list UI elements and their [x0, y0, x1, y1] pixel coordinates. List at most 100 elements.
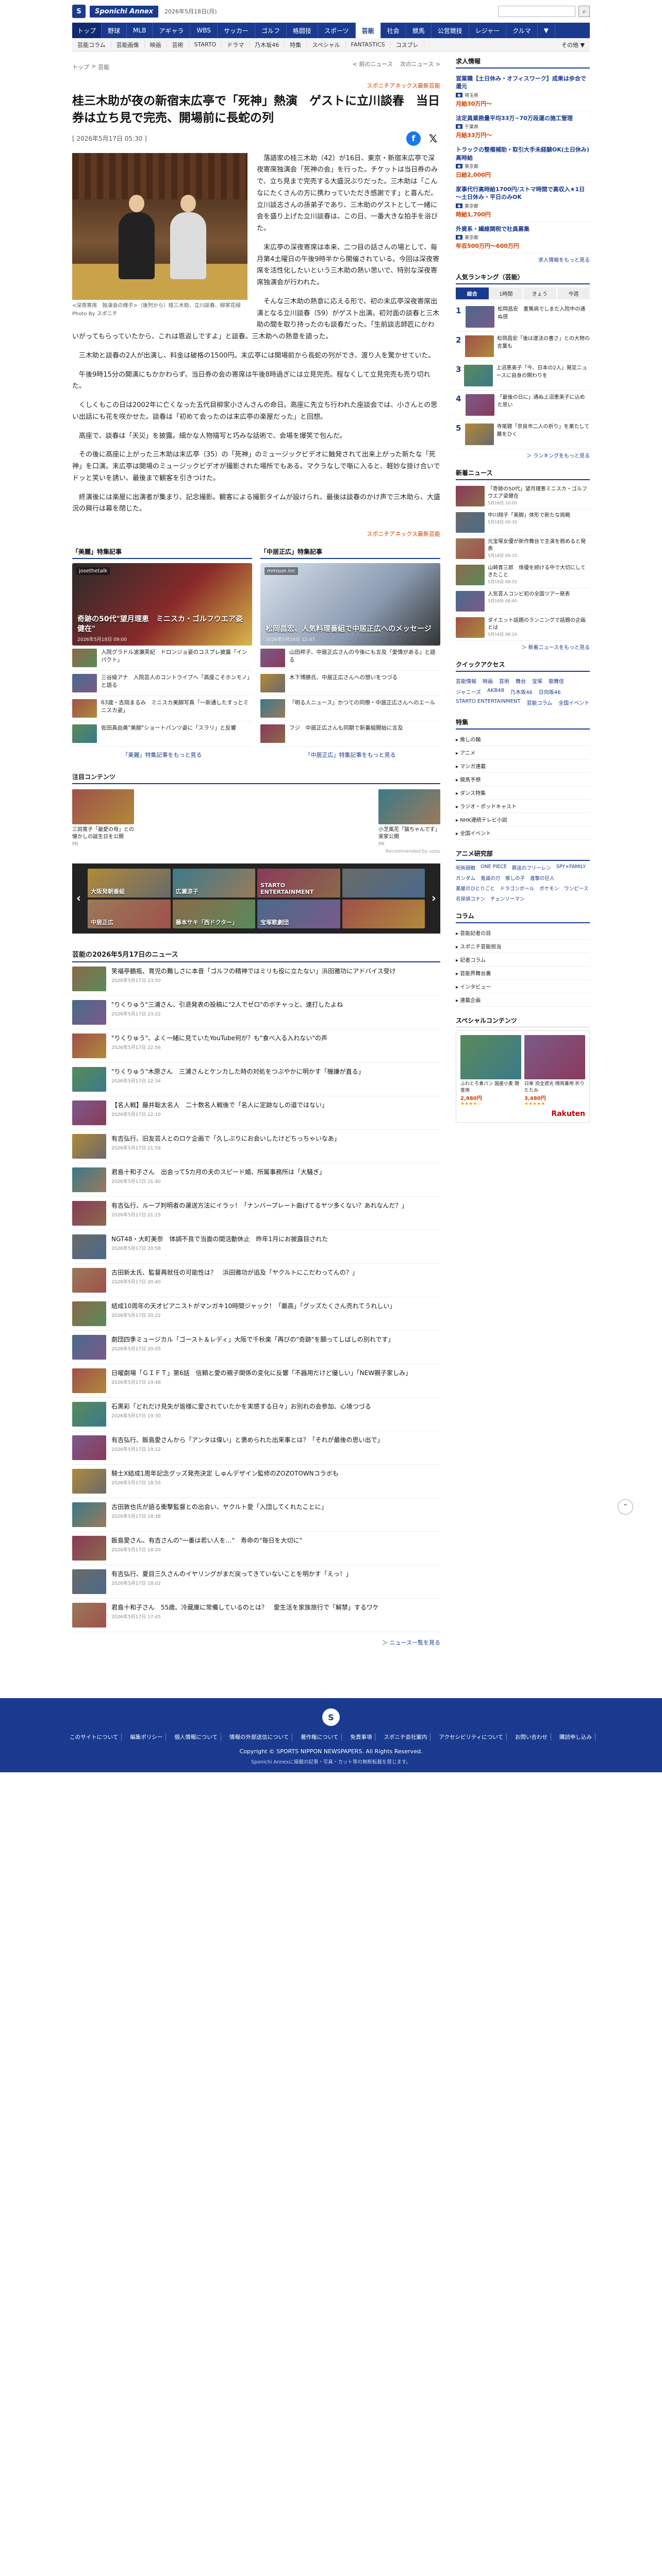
- new-news-item[interactable]: 人気芸人コンビ初の全国ツアー発表 5月18日 08:40: [456, 588, 590, 615]
- x-icon[interactable]: 𝕏: [426, 131, 440, 146]
- new-news-more-link[interactable]: ＞ 新着ニュースをもっと見る: [456, 643, 590, 651]
- feature-list-item[interactable]: 山田邦子、中居正広さんの今後にも言及「愛情がある」と語る: [260, 646, 440, 671]
- site-logo[interactable]: S Sponichi Annex: [72, 5, 159, 18]
- carousel-tile[interactable]: 藤本サキ「西ドクター」: [172, 900, 255, 929]
- nav-item[interactable]: 競馬: [406, 23, 432, 38]
- quick-access-link[interactable]: AKB48: [487, 688, 504, 696]
- footer-link[interactable]: 免責事項: [347, 1733, 376, 1741]
- nav-item[interactable]: 野球: [102, 23, 127, 38]
- news-item[interactable]: NGT48・大町美奈 体調不良で当面の間活動休止 昨年1月にお披露目された 202…: [72, 1230, 440, 1264]
- anime-link[interactable]: ポケモン: [539, 885, 559, 892]
- ranking-item[interactable]: 5 寺尾聰「奈良市二人の祈り」を果たして幕をひく: [456, 420, 590, 450]
- quick-access-link[interactable]: 映画: [483, 677, 493, 685]
- subnav-item[interactable]: 芸能画像: [111, 40, 145, 49]
- subnav-item[interactable]: 芸術: [167, 40, 189, 49]
- news-item[interactable]: 有吉弘行、旧友芸人とのロケ企画で「久しぶりにお会いしたけどちっちゃいなあ」 202…: [72, 1130, 440, 1164]
- anime-link[interactable]: 薬屋のひとりごと: [456, 885, 495, 892]
- quick-access-link[interactable]: ジャニーズ: [456, 688, 481, 696]
- attention-card[interactable]: [225, 789, 287, 847]
- feature-list-item[interactable]: 入院グラドル波瀬芙紀 ドロンジョ姿のコスプレ披露「インパクト」: [72, 646, 252, 671]
- ranking-tab[interactable]: きょう: [523, 287, 556, 300]
- job-item[interactable]: 外資系・繊維関税で社員募集 ◉ 東京都 年収500万円～600万円: [456, 222, 590, 254]
- ranking-item[interactable]: 4 「最後の日に」通ぬ上沼恵美子に込めた思い: [456, 391, 590, 420]
- footer-link[interactable]: アクセシビリティについて: [436, 1733, 507, 1741]
- feature-list-item[interactable]: 木下博勝氏、中居正広さんへの想いをつづる: [260, 671, 440, 697]
- feature-list-item[interactable]: 「明る人ニュース」かつての同僚・中居正広さんへのエール: [260, 696, 440, 722]
- news-item[interactable]: 日曜劇場「ＧＩＦＴ」第6話 信頼と愛の親子関係の変化に反響「不器用だけど優しい」…: [72, 1364, 440, 1398]
- anime-link[interactable]: 鬼滅の刃: [481, 874, 500, 882]
- footer-link[interactable]: スポニチ会社案内: [380, 1733, 431, 1741]
- nav-item[interactable]: 公営競技: [432, 23, 469, 38]
- article-photo[interactable]: [72, 152, 247, 300]
- footer-link[interactable]: お問い合わせ: [512, 1733, 551, 1741]
- tokushu-link[interactable]: ▸ ラジオ・ポッドキャスト: [456, 800, 590, 814]
- footer-link[interactable]: 編集ポリシー: [127, 1733, 167, 1741]
- feature-hero-left[interactable]: josethetalk 奇跡の50代"望月理恵 ミニスカ・ゴルフウエア姿健在" …: [72, 563, 252, 646]
- news-item[interactable]: 有吉弘行、飯島愛さんから「アンタは偉い」と褒められた出来事とは？「それが最後の思…: [72, 1431, 440, 1465]
- carousel-tile[interactable]: 宝塚歌劇団: [257, 900, 340, 929]
- quick-access-link[interactable]: 乃木坂46: [510, 688, 533, 696]
- job-item[interactable]: トラックの整備補助・取引大手未経験OK(土日休み)高時給 ◉ 東京都 日給2,000円: [456, 143, 590, 182]
- article-source-bottom[interactable]: スポニチアネックス最新芸能: [72, 530, 440, 538]
- news-item[interactable]: 飯島愛さん、有吉さんの"一番は若い人を…" 寿命の"毎日を大切に" 2026年5月…: [72, 1532, 440, 1566]
- nav-item[interactable]: アギャラ: [153, 23, 191, 38]
- nav-item[interactable]: クルマ: [506, 23, 538, 38]
- news-item[interactable]: 笑福亭鶴瓶、育児の難しさに本音「ゴルフの精神ではミリも役に立たない」浜田雅功にア…: [72, 962, 440, 996]
- feature-more-right[interactable]: 「中居正広」特集記事をもっと見る: [260, 751, 440, 759]
- nav-item[interactable]: レジャー: [469, 23, 507, 38]
- tokushu-link[interactable]: ▸ マンガ連載: [456, 759, 590, 773]
- quick-access-link[interactable]: 歌舞伎: [549, 677, 564, 685]
- ranking-item[interactable]: 2 松岡昌宏「後は違法の書さ」との大物の言葉も: [456, 332, 590, 362]
- anime-link[interactable]: 進撃の巨人: [530, 874, 555, 882]
- news-item[interactable]: 有吉弘行、ルーブ判明者の運送方法にイラッ！「ナンバープレート曲げてるヤツ多くない…: [72, 1197, 440, 1231]
- quick-access-link[interactable]: 芸術: [499, 677, 509, 685]
- quick-access-link[interactable]: 日向坂46: [539, 688, 561, 696]
- feature-list-item[interactable]: フジ 中居正広さんも同期で新番組開始に言及: [260, 721, 440, 747]
- ranking-more-link[interactable]: ＞ ランキングをもっと見る: [456, 451, 590, 459]
- news-item[interactable]: 結成10周年の天才ピアニストがマンガキ10時間ジャック！「最高」「グッズたくさん…: [72, 1297, 440, 1331]
- rakuten-logo[interactable]: Rakuten: [460, 1110, 585, 1118]
- subnav-item[interactable]: 特集: [285, 40, 307, 49]
- nav-item[interactable]: 格闘技: [287, 23, 318, 38]
- carousel-tile[interactable]: [342, 900, 425, 929]
- news-item[interactable]: "りくりゅう"三浦さん、引退発表の投稿に"2人でゼロ"のボチャっと、連打したよね…: [72, 996, 440, 1030]
- facebook-icon[interactable]: f: [406, 131, 421, 146]
- subnav-item[interactable]: STARTO: [189, 41, 222, 48]
- footer-link[interactable]: このサイトについて: [67, 1733, 122, 1741]
- quick-access-link[interactable]: 宝塚: [532, 677, 542, 685]
- ranking-tab[interactable]: 今週: [557, 287, 590, 300]
- subnav-item[interactable]: コスプレ: [391, 40, 424, 49]
- nav-item[interactable]: WBS: [190, 23, 218, 38]
- quick-access-link[interactable]: 芸能コラム: [526, 699, 552, 706]
- news-item[interactable]: 古田敦也氏が語る衝撃監督との出会い、ヤクルト愛「入団してくれたことに」 2026年…: [72, 1498, 440, 1532]
- news-item[interactable]: 君島十和子さん 出会って5カ月の夫のスピード婚、所属事務所は「大騒ぎ」 2026年…: [72, 1163, 440, 1197]
- anime-link[interactable]: ワンピース: [564, 885, 588, 892]
- anime-link[interactable]: 名探偵コナン: [456, 895, 485, 902]
- special-card[interactable]: 日傘 完全遮光 晴雨兼用 折りたたみ 3,480円 ★★★★★: [524, 1035, 585, 1107]
- carousel-tile[interactable]: 中居正広: [88, 900, 171, 929]
- column-link[interactable]: ▸ スポニチ芸能担当: [456, 940, 590, 954]
- nav-item[interactable]: ゴルフ: [255, 23, 287, 38]
- carousel-tile[interactable]: [342, 869, 425, 898]
- tokushu-link[interactable]: ▸ 競馬予想: [456, 773, 590, 787]
- news-item[interactable]: "りくりゅう"、よく一緒に見ていたYouTube何が？も"食べ入る入れない"の声…: [72, 1029, 440, 1063]
- new-news-item[interactable]: 「奇跡の50代」望月理恵ミニスカ・ゴルフウエア姿健在 5月18日 10:00: [456, 483, 590, 510]
- new-news-item[interactable]: ダイエット話題のランニングで話題の企画とは 5月18日 08:20: [456, 615, 590, 641]
- column-link[interactable]: ▸ 連載企画: [456, 993, 590, 1007]
- anime-link[interactable]: ONE PIECE: [481, 864, 507, 871]
- column-link[interactable]: ▸ 芸能界舞台裏: [456, 967, 590, 980]
- news-more-link[interactable]: ＞ ニュース一覧を見る: [72, 1638, 440, 1647]
- tokushu-link[interactable]: ▸ NHK連続テレビ小説: [456, 813, 590, 827]
- footer-link[interactable]: 著作権について: [297, 1733, 342, 1741]
- scroll-top-icon[interactable]: ⌃: [618, 1499, 633, 1515]
- feature-more-left[interactable]: 「美麗」特集記事をもっと見る: [72, 751, 252, 759]
- ranking-item[interactable]: 1 松岡昌宏 重篤病でしまた入院中の通ぬ感: [456, 302, 590, 332]
- subnav-item[interactable]: 映画: [145, 40, 167, 49]
- quick-access-link[interactable]: STARTO ENTERTAINMENT: [456, 699, 520, 706]
- attention-card[interactable]: 三田寛子「最愛の母」との懐かしの誕生日を公開 PR: [72, 789, 134, 847]
- new-news-item[interactable]: 元宝塚女優が新作舞台で主演を務めると発表 5月18日 09:10: [456, 536, 590, 563]
- tokushu-link[interactable]: ▸ 推しの麺: [456, 733, 590, 747]
- column-link[interactable]: ▸ 芸能記者の目: [456, 926, 590, 940]
- search-icon[interactable]: ⌕: [578, 6, 590, 17]
- tokushu-link[interactable]: ▸ ダンス特集: [456, 786, 590, 800]
